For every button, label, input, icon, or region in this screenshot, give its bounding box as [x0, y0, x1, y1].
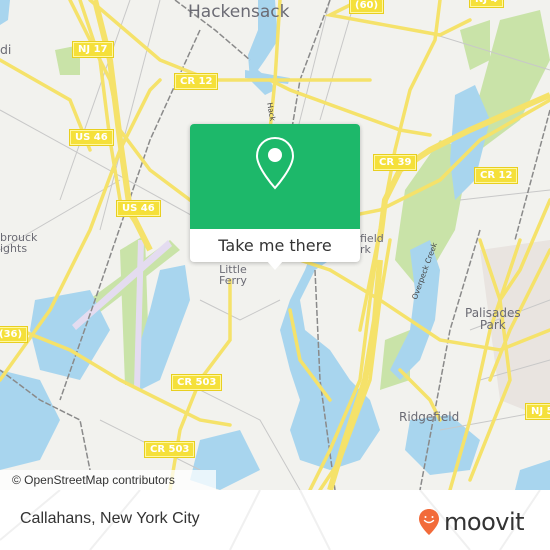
park-area — [460, 20, 490, 70]
popup-header — [190, 124, 360, 229]
route-shield: CR 39 — [374, 155, 417, 170]
map-attribution[interactable]: © OpenStreetMap contributors — [0, 470, 216, 490]
moovit-wordmark: moovit — [444, 508, 525, 536]
place-label-hasbrouck-heights: brouck ights — [0, 232, 37, 254]
take-me-there-button[interactable]: Take me there — [190, 229, 360, 262]
place-label-line: rk — [360, 243, 371, 256]
place-label-line: ights — [0, 242, 28, 255]
location-label: Callahans, New York City — [20, 510, 200, 527]
water — [0, 370, 60, 470]
water — [0, 0, 10, 25]
route-shield: CR 503 — [172, 375, 222, 390]
water-label-hackensack-river: Hack — [265, 101, 278, 122]
route-shield: NJ 5 — [526, 404, 550, 419]
water — [515, 460, 550, 490]
place-label-ridgefield: Ridgefield — [399, 410, 460, 424]
route-shield: (60) — [350, 0, 384, 13]
place-label-line: Ferry — [219, 274, 247, 287]
route-shield: CR 503 — [145, 442, 195, 457]
moovit-smiley-pin-icon — [419, 509, 439, 535]
place-label-palisades-park: Palisades Park — [465, 307, 521, 331]
route-shield: NJ 17 — [73, 42, 113, 57]
place-label-little-ferry: Little Ferry — [219, 264, 247, 286]
location-popup: Take me there — [190, 124, 360, 270]
location-pin-icon — [255, 136, 295, 190]
route-shield: US 46 — [117, 201, 160, 216]
place-label-lodi: di — [0, 42, 12, 57]
place-label-ridgefield-park: field rk — [360, 233, 384, 255]
route-shield: (36) — [0, 327, 28, 342]
moovit-logo[interactable]: moovit — [418, 508, 525, 536]
popup-pointer — [266, 260, 284, 270]
route-shield: CR 12 — [175, 74, 218, 89]
place-label-line: Park — [479, 318, 506, 332]
route-shield: CR 12 — [475, 168, 518, 183]
route-shield: NJ 4 — [470, 0, 503, 7]
route-shield: US 46 — [70, 130, 113, 145]
place-label-hackensack: Hackensack — [188, 2, 290, 22]
